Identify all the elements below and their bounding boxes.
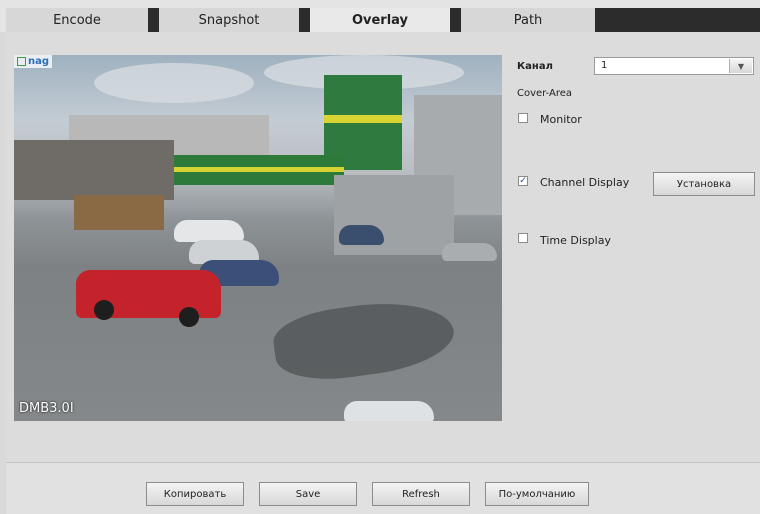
channel-display-checkbox[interactable]: ✓ <box>518 176 528 186</box>
tab-bar: Encode Snapshot Overlay Path <box>0 0 760 32</box>
checkmark-icon: ✓ <box>519 176 527 186</box>
parked-car-shape <box>344 401 434 421</box>
logo-square-icon <box>17 57 26 66</box>
parked-car-shape <box>442 243 497 261</box>
default-button[interactable]: По-умолчанию <box>485 482 589 506</box>
channel-select[interactable]: 1 ▼ <box>594 57 754 75</box>
cover-area-label: Cover-Area <box>517 88 573 99</box>
camera-logo: nag <box>14 55 53 68</box>
save-button[interactable]: Save <box>259 482 357 506</box>
pallet-stack-shape <box>74 195 164 230</box>
chevron-down-icon[interactable]: ▼ <box>729 59 752 73</box>
time-display-label: Time Display <box>540 234 611 247</box>
tab-separator <box>148 8 159 32</box>
video-preview[interactable]: nag DMB3.0I <box>14 55 502 421</box>
logo-text: nag <box>28 56 50 67</box>
wheel-shape <box>179 307 199 327</box>
parked-car-shape <box>339 225 384 245</box>
tab-separator <box>299 8 310 32</box>
wheel-shape <box>94 300 114 320</box>
channel-label: Канал <box>517 61 553 72</box>
copy-button[interactable]: Копировать <box>146 482 244 506</box>
cloud-shape <box>94 63 254 103</box>
tab-encode[interactable]: Encode <box>6 8 148 32</box>
yellow-stripe-shape <box>174 167 344 172</box>
tab-snapshot[interactable]: Snapshot <box>159 8 299 32</box>
parked-car-shape <box>174 220 244 242</box>
channel-select-value: 1 <box>601 60 608 71</box>
puddle-shape <box>270 292 458 388</box>
channel-title-overlay: DMB3.0I <box>19 401 74 416</box>
refresh-button[interactable]: Refresh <box>372 482 470 506</box>
setup-button[interactable]: Установка <box>653 172 755 196</box>
monitor-checkbox[interactable] <box>518 113 528 123</box>
time-display-checkbox[interactable] <box>518 233 528 243</box>
monitor-label: Monitor <box>540 113 582 126</box>
channel-display-label: Channel Display <box>540 176 630 189</box>
tab-overlay[interactable]: Overlay <box>310 8 450 32</box>
tab-separator <box>450 8 461 32</box>
shed-shape <box>14 140 174 200</box>
yellow-stripe-shape <box>324 115 402 123</box>
tab-path[interactable]: Path <box>461 8 595 32</box>
tab-bar-filler <box>595 8 760 32</box>
